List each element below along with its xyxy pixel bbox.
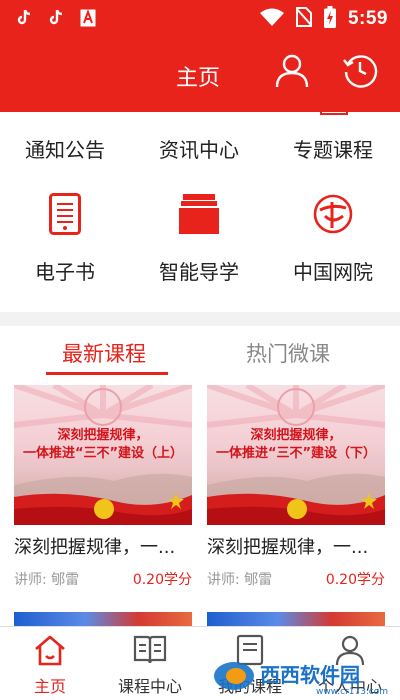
course-thumbnail: 深刻把握规律， 一体推进“三不”建设（上）	[14, 385, 192, 525]
ebook-icon	[49, 193, 81, 239]
category-notice[interactable]: 通知公告	[0, 98, 130, 163]
course-card[interactable]: 深刻把握规律， 一体推进“三不”建设（上） 深刻把握规律，一... 讲师: 郇雷…	[14, 385, 192, 591]
course-tabs: 最新课程 热门微课	[0, 326, 400, 376]
site-watermark: 西西软件园 www.cr173.com	[214, 662, 388, 696]
category-label: 专题课程	[293, 138, 373, 162]
status-bar: 5:59	[0, 0, 400, 36]
course-meta: 讲师: 郇雷 0.20学分	[207, 569, 385, 591]
watermark-text: 西西软件园	[260, 663, 360, 687]
course-card-partial[interactable]	[207, 612, 385, 626]
nav-label: 主页	[33, 677, 66, 696]
course-title: 深刻把握规律，一...	[14, 537, 176, 558]
thumbnail-text-line2: 一体推进“三不”建设（上）	[22, 446, 184, 461]
category-topic-course[interactable]: 专题课程	[268, 99, 398, 163]
category-label: 电子书	[35, 260, 95, 284]
history-button[interactable]	[340, 52, 380, 92]
category-label: 智能导学	[159, 260, 239, 284]
nav-label: 课程中心	[117, 677, 182, 696]
thumbnail-text-line1: 深刻把握规律，	[250, 428, 342, 443]
course-card[interactable]: 深刻把握规律， 一体推进“三不”建设（下） 深刻把握规律，一... 讲师: 郇雷…	[207, 385, 385, 591]
thumbnail-text-line2: 一体推进“三不”建设（下）	[215, 446, 377, 461]
category-china-web-academy[interactable]: 中国网院	[268, 188, 398, 285]
user-icon	[274, 52, 310, 92]
notice-icon	[40, 98, 80, 118]
topic-course-icon	[320, 99, 348, 120]
status-time: 5:59	[347, 8, 388, 29]
history-clock-icon	[342, 52, 378, 92]
course-credits: 0.20学分	[325, 572, 385, 588]
active-tab-indicator	[46, 372, 168, 375]
category-label: 通知公告	[25, 138, 105, 162]
app-a-icon	[78, 8, 98, 28]
category-label: 资讯中心	[159, 138, 239, 162]
home-icon	[33, 634, 67, 670]
nav-home[interactable]: 主页	[0, 635, 100, 697]
tiktok-icon	[14, 8, 34, 28]
course-teacher: 讲师: 郇雷	[207, 572, 273, 588]
book-icon	[133, 635, 167, 669]
section-divider	[0, 312, 400, 326]
course-meta: 讲师: 郇雷 0.20学分	[14, 569, 192, 591]
user-button[interactable]	[272, 52, 312, 92]
battery-charging-icon	[323, 6, 336, 32]
course-thumbnail: 深刻把握规律， 一体推进“三不”建设（下）	[207, 385, 385, 525]
china-web-academy-icon	[313, 194, 353, 238]
tiktok-icon	[46, 8, 66, 28]
category-grid: 通知公告 资讯中心 专题课程 电子书 智能导学 中国网院	[0, 98, 400, 312]
category-news[interactable]: 资讯中心	[134, 98, 264, 163]
nav-course-center[interactable]: 课程中心	[100, 635, 200, 697]
category-label: 中国网院	[293, 260, 373, 284]
category-ebook[interactable]: 电子书	[0, 188, 130, 285]
flag-decoration	[207, 493, 385, 525]
course-credits: 0.20学分	[132, 572, 192, 588]
course-title: 深刻把握规律，一...	[207, 537, 369, 558]
course-teacher: 讲师: 郇雷	[14, 572, 80, 588]
page-title: 主页	[176, 66, 221, 91]
news-icon	[184, 98, 208, 122]
wifi-icon	[259, 8, 284, 30]
no-sim-icon	[295, 7, 313, 31]
tab-latest-courses[interactable]: 最新课程	[62, 338, 146, 368]
flag-decoration	[14, 493, 192, 525]
tab-hot-micro-courses[interactable]: 热门微课	[246, 338, 330, 368]
course-card-partial[interactable]	[14, 612, 192, 626]
watermark-url: www.cr173.com	[316, 687, 388, 696]
thumbnail-text-line1: 深刻把握规律，	[57, 428, 149, 443]
category-smart-guide[interactable]: 智能导学	[134, 188, 264, 285]
smart-guide-icon	[179, 194, 219, 238]
